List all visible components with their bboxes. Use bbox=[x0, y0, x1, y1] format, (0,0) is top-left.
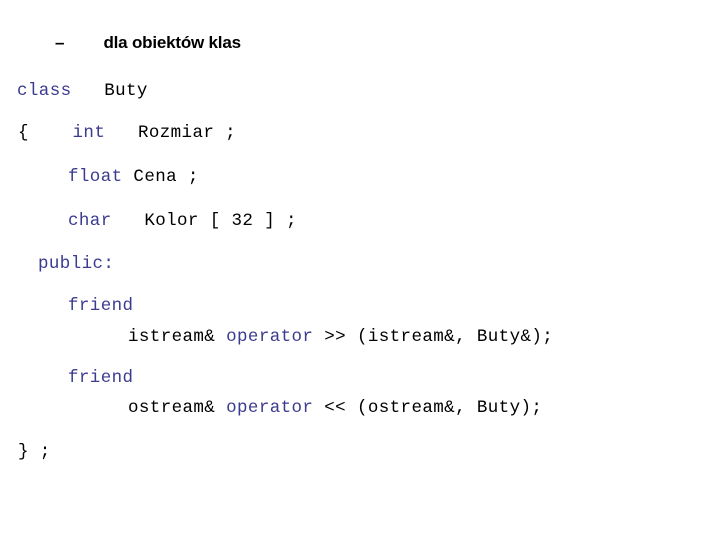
code-keyword: class bbox=[17, 81, 72, 101]
line-public: public: bbox=[38, 254, 114, 274]
line-class-decl: class Buty bbox=[17, 81, 148, 101]
code-text: Rozmiar ; bbox=[105, 123, 237, 143]
line-char-kolor: char Kolor [ 32 ] ; bbox=[68, 211, 297, 231]
page-title: dla obiektów klas bbox=[103, 33, 241, 52]
code-keyword: operator bbox=[226, 398, 314, 418]
line-float-cena: float Cena ; bbox=[68, 167, 199, 187]
code-keyword: operator bbox=[226, 327, 314, 347]
code-text: istream& bbox=[128, 327, 227, 347]
line-open-brace-int: { int Rozmiar ; bbox=[18, 123, 236, 143]
code-text: Cena ; bbox=[122, 167, 199, 187]
code-text: } ; bbox=[18, 442, 51, 462]
code-keyword: friend bbox=[68, 296, 134, 316]
line-close-brace: } ; bbox=[18, 442, 51, 462]
code-keyword: friend bbox=[68, 368, 134, 388]
code-text: Buty bbox=[71, 81, 148, 101]
slide-canvas: – dla obiektów klas class Buty { int Rozm… bbox=[0, 0, 720, 540]
code-keyword: char bbox=[68, 211, 112, 231]
code-keyword: int bbox=[72, 123, 106, 143]
code-keyword: public: bbox=[38, 254, 115, 274]
code-text: ostream& bbox=[128, 398, 227, 418]
slide-title: – dla obiektów klas bbox=[55, 33, 241, 53]
code-text: { bbox=[18, 123, 73, 143]
line-operator-in: istream& operator >> (istream&, Buty&); bbox=[128, 327, 553, 347]
code-text: Kolor [ 32 ] ; bbox=[111, 211, 297, 231]
code-text: >> (istream&, Buty&); bbox=[313, 327, 554, 347]
code-text: << (ostream&, Buty); bbox=[313, 398, 543, 418]
line-operator-out: ostream& operator << (ostream&, Buty); bbox=[128, 398, 542, 418]
bullet-dash-icon: – bbox=[55, 33, 65, 52]
code-keyword: float bbox=[68, 167, 123, 187]
line-friend-1: friend bbox=[68, 296, 133, 316]
line-friend-2: friend bbox=[68, 368, 133, 388]
